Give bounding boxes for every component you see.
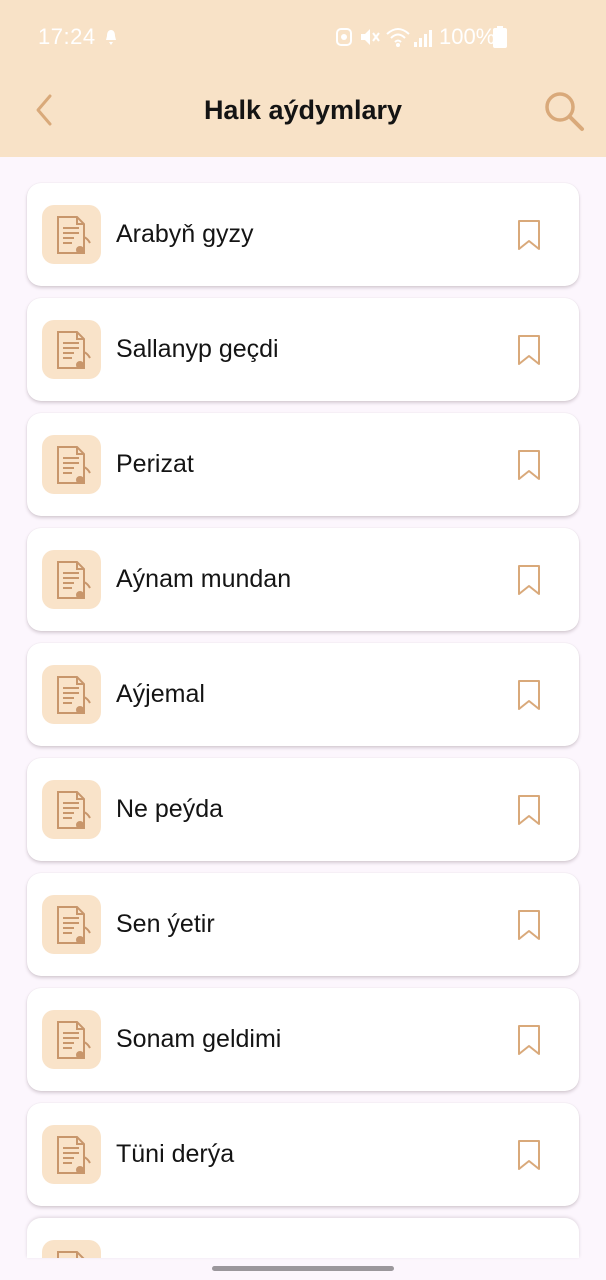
song-title: Perizat	[116, 450, 194, 478]
search-icon	[545, 92, 584, 131]
bookmark-outline-icon[interactable]	[515, 564, 543, 596]
bookmark-outline-icon[interactable]	[515, 909, 543, 941]
song-card-perizat[interactable]: Perizat	[27, 413, 579, 516]
bookmark-outline-icon[interactable]	[515, 449, 543, 481]
page-title: Halk aýdymlary	[203, 95, 403, 125]
music-document-icon	[42, 320, 101, 379]
song-title: Aýjemal	[116, 680, 205, 708]
music-document-icon	[42, 205, 101, 264]
song-card-partial[interactable]	[27, 1218, 579, 1258]
song-title: Arabyň gyzy	[116, 220, 254, 248]
bookmark-outline-icon[interactable]	[515, 794, 543, 826]
bookmark-outline-icon[interactable]	[515, 1024, 543, 1056]
song-card-tuni-derya[interactable]: Tüni derýa	[27, 1103, 579, 1206]
wifi-icon	[386, 28, 410, 47]
music-document-icon	[42, 665, 101, 724]
song-title: Sonam geldimi	[116, 1025, 282, 1053]
song-title: Sen ýetir	[116, 910, 215, 938]
music-document-icon	[42, 1125, 101, 1184]
song-title: Aýnam mundan	[116, 565, 292, 593]
music-document-icon	[42, 780, 101, 839]
battery-percentage: 100%	[439, 24, 496, 49]
music-document-icon	[42, 1010, 101, 1069]
song-card-aynam-mundan[interactable]: Aýnam mundan	[27, 528, 579, 631]
app-header: 17:24 100% Halk aýdymlary	[0, 0, 606, 157]
mute-icon	[361, 29, 380, 45]
song-title: Tüni derýa	[116, 1140, 235, 1168]
music-document-icon	[42, 435, 101, 494]
music-document-icon	[42, 550, 101, 609]
song-card-sallanyp-gecdi[interactable]: Sallanyp geçdi	[27, 298, 579, 401]
song-card-sonam-geldimi[interactable]: Sonam geldimi	[27, 988, 579, 1091]
bookmark-outline-icon[interactable]	[515, 219, 543, 251]
song-card-sen-yetir[interactable]: Sen ýetir	[27, 873, 579, 976]
bookmark-outline-icon[interactable]	[515, 334, 543, 366]
song-card-ne-peyda[interactable]: Ne peýda	[27, 758, 579, 861]
song-title: Sallanyp geçdi	[116, 335, 279, 363]
alarm-icon	[336, 28, 352, 46]
signal-icon	[414, 30, 432, 47]
music-document-icon	[42, 895, 101, 954]
status-bar: 17:24 100%	[0, 0, 606, 76]
home-indicator[interactable]	[212, 1266, 394, 1271]
bookmark-outline-icon[interactable]	[515, 679, 543, 711]
song-card-ayjemal[interactable]: Aýjemal	[27, 643, 579, 746]
status-time: 17:24	[38, 24, 96, 49]
music-document-icon	[42, 1240, 101, 1258]
battery-icon	[493, 26, 507, 48]
song-list: Arabyň gyzy Sallanyp geçdi Perizat Aýnam…	[27, 183, 579, 1258]
song-title: Ne peýda	[116, 795, 224, 823]
song-card-arabyn-gyzy[interactable]: Arabyň gyzy	[27, 183, 579, 286]
bookmark-outline-icon[interactable]	[515, 1139, 543, 1171]
search-button[interactable]	[540, 88, 588, 134]
notification-icon	[106, 30, 116, 45]
